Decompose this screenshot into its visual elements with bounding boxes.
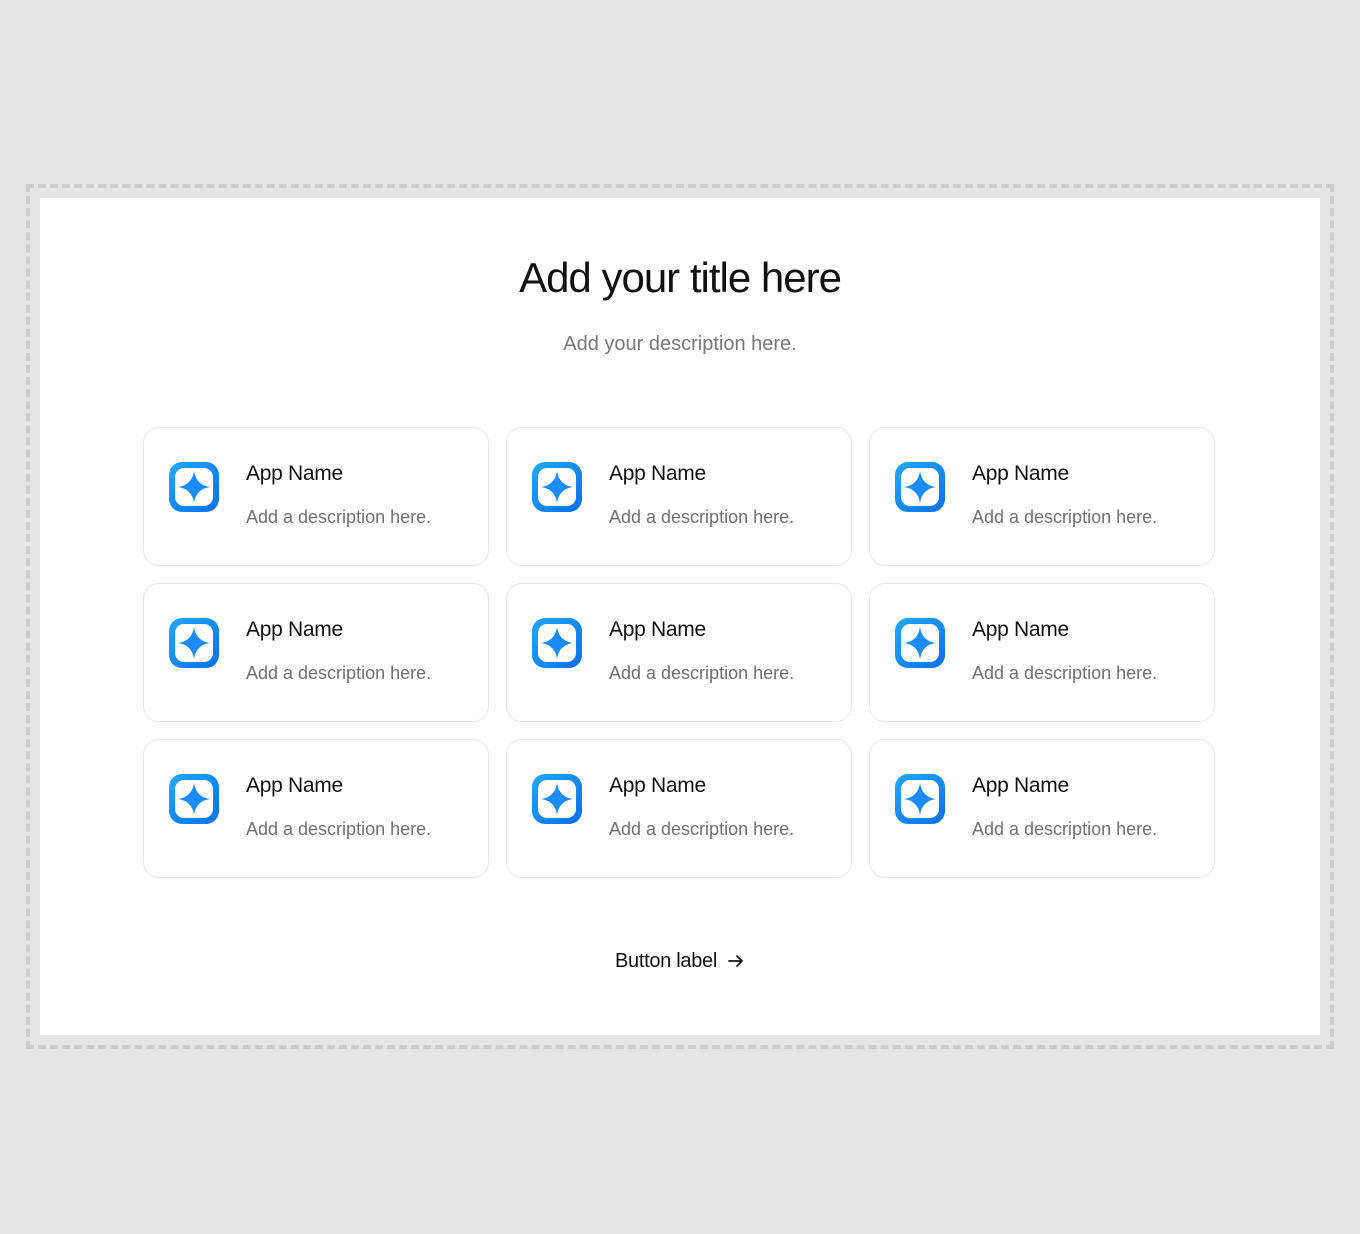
app-description: Add a description here. — [246, 507, 432, 527]
app-card[interactable]: App Name Add a description here. — [506, 427, 852, 566]
app-description: Add a description here. — [972, 663, 1158, 683]
app-card[interactable]: App Name Add a description here. — [143, 739, 489, 878]
app-description: Add a description here. — [972, 507, 1158, 527]
cta-button-label: Button label — [614, 950, 718, 972]
app-card[interactable]: App Name Add a description here. — [869, 739, 1215, 878]
app-card[interactable]: App Name Add a description here. — [869, 427, 1215, 566]
arrow-right-icon — [727, 952, 745, 970]
app-name: App Name — [972, 618, 1069, 641]
app-name: App Name — [972, 774, 1069, 797]
app-description: Add a description here. — [609, 663, 795, 683]
sparkle-app-icon — [531, 773, 583, 825]
app-name: App Name — [246, 618, 343, 641]
app-description: Add a description here. — [246, 663, 432, 683]
cta-button[interactable]: Button label — [615, 946, 745, 976]
app-name: App Name — [246, 774, 343, 797]
app-description: Add a description here. — [609, 507, 795, 527]
app-card[interactable]: App Name Add a description here. — [506, 583, 852, 722]
app-name: App Name — [609, 618, 706, 641]
app-description: Add a description here. — [609, 819, 795, 839]
app-grid: App Name Add a description here. App Nam… — [143, 427, 1215, 878]
app-name: App Name — [246, 462, 343, 485]
page-description: Add your description here. — [563, 333, 797, 355]
sparkle-app-icon — [894, 773, 946, 825]
app-name: App Name — [609, 462, 706, 485]
app-name: App Name — [609, 774, 706, 797]
cta-container: Button label — [0, 946, 1360, 976]
sparkle-app-icon — [531, 617, 583, 669]
sparkle-app-icon — [168, 461, 220, 513]
app-name: App Name — [972, 462, 1069, 485]
app-card[interactable]: App Name Add a description here. — [869, 583, 1215, 722]
sparkle-app-icon — [168, 617, 220, 669]
app-description: Add a description here. — [972, 819, 1158, 839]
sparkle-app-icon — [894, 461, 946, 513]
sparkle-app-icon — [168, 773, 220, 825]
app-card[interactable]: App Name Add a description here. — [506, 739, 852, 878]
app-card[interactable]: App Name Add a description here. — [143, 427, 489, 566]
sparkle-app-icon — [894, 617, 946, 669]
app-description: Add a description here. — [246, 819, 432, 839]
app-card[interactable]: App Name Add a description here. — [143, 583, 489, 722]
sparkle-app-icon — [531, 461, 583, 513]
page-title: Add your title here — [519, 254, 842, 301]
